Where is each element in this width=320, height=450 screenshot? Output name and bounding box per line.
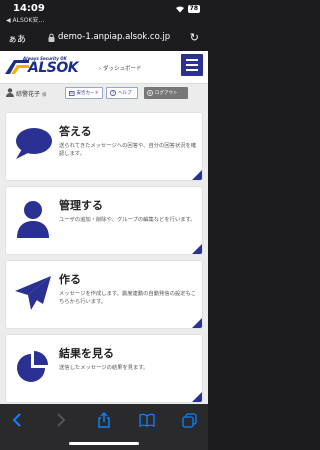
menu-line (186, 59, 198, 61)
help-icon: ? (110, 90, 116, 96)
card-title: 答える (59, 125, 92, 138)
wifi-icon (175, 6, 184, 13)
back-to-app-link[interactable]: ◀ ALSOK安… (6, 15, 44, 24)
bookmarks-button[interactable] (138, 412, 156, 428)
forward-button[interactable] (52, 412, 70, 428)
hamburger-menu-button[interactable] (181, 54, 203, 76)
card-corner-arrow-icon (192, 170, 202, 180)
status-bar: 14:09 ◀ ALSOK安… 78 (0, 0, 208, 27)
home-indicator[interactable] (69, 442, 139, 445)
user-name: 綜警花子 様 (16, 89, 46, 98)
back-button[interactable] (8, 412, 26, 428)
pie-chart-icon (17, 351, 48, 382)
site-header: Always Security OK ALSOK › ダッシュボード (0, 51, 208, 84)
forward-icon (57, 413, 66, 427)
card-description: ユーザの追加・削除や、グループの編集などを行います。 (59, 217, 196, 223)
page-title: › ダッシュボード (99, 66, 142, 72)
card-title: 管理する (59, 199, 103, 212)
user-name-text: 綜警花子 (16, 91, 41, 98)
safety-card-label: 安否カード (76, 91, 100, 96)
speech-bubble-icon (16, 128, 52, 159)
alsok-logo-mark (5, 60, 29, 74)
safety-card-button[interactable]: 安否カード (65, 87, 103, 99)
svg-text:?: ? (112, 91, 114, 96)
card-corner-arrow-icon (192, 244, 202, 254)
logo[interactable]: ALSOK (28, 60, 79, 76)
card-corner-arrow-icon (192, 392, 202, 402)
url-text[interactable]: demo-1.anpiap.alsok.co.jp (58, 32, 170, 42)
person-icon (17, 201, 49, 238)
logout-icon (147, 90, 153, 96)
card-icon (69, 90, 75, 96)
user-icon (6, 88, 14, 97)
status-indicators: 78 (175, 5, 200, 13)
card-title: 結果を見る (59, 347, 114, 360)
back-icon (12, 413, 21, 427)
logout-label: ログアウト (155, 91, 178, 96)
card-description: メッセージを作成します。震度連動の自動発信の設定もこちらから行います。 (59, 291, 197, 305)
address-bar[interactable]: ぁあ demo-1.anpiap.alsok.co.jp ↻ (0, 27, 208, 51)
tabs-button[interactable] (180, 412, 198, 428)
paper-plane-icon (15, 276, 51, 310)
tabs-icon (181, 412, 197, 428)
card-title: 作る (59, 273, 81, 286)
bookmarks-icon (139, 413, 155, 427)
menu-line (186, 64, 198, 66)
page-title-text: ダッシュボード (102, 66, 142, 72)
reload-icon[interactable]: ↻ (190, 31, 199, 44)
card-manage[interactable]: 管理する ユーザの追加・削除や、グループの編集などを行います。 (6, 187, 202, 254)
web-page: Always Security OK ALSOK › ダッシュボード 綜警花子 … (0, 51, 208, 404)
card-description: 送られてきたメッセージへの回答や、自分の回答状況を確認します。 (59, 143, 197, 157)
card-corner-arrow-icon (192, 318, 202, 328)
user-bar: 綜警花子 様 安否カード ? ヘルプ ログアウト (0, 85, 208, 102)
status-time: 14:09 (13, 3, 45, 14)
reader-settings-button[interactable]: ぁあ (8, 32, 26, 45)
card-results[interactable]: 結果を見る 送信したメッセージの結果を見ます。 (6, 335, 202, 402)
share-icon (98, 412, 110, 428)
help-label: ヘルプ (118, 91, 132, 96)
browser-toolbar (0, 404, 208, 450)
battery-level: 78 (187, 5, 200, 13)
logout-button[interactable]: ログアウト (144, 87, 188, 99)
share-button[interactable] (95, 412, 113, 428)
card-create[interactable]: 作る メッセージを作成します。震度連動の自動発信の設定もこちらから行います。 (6, 261, 202, 328)
help-button[interactable]: ? ヘルプ (106, 87, 138, 99)
card-answer[interactable]: 答える 送られてきたメッセージへの回答や、自分の回答状況を確認します。 (6, 113, 202, 180)
lock-icon (48, 33, 55, 42)
user-honorific: 様 (41, 93, 47, 98)
menu-line (186, 69, 198, 71)
card-description: 送信したメッセージの結果を見ます。 (59, 365, 149, 371)
